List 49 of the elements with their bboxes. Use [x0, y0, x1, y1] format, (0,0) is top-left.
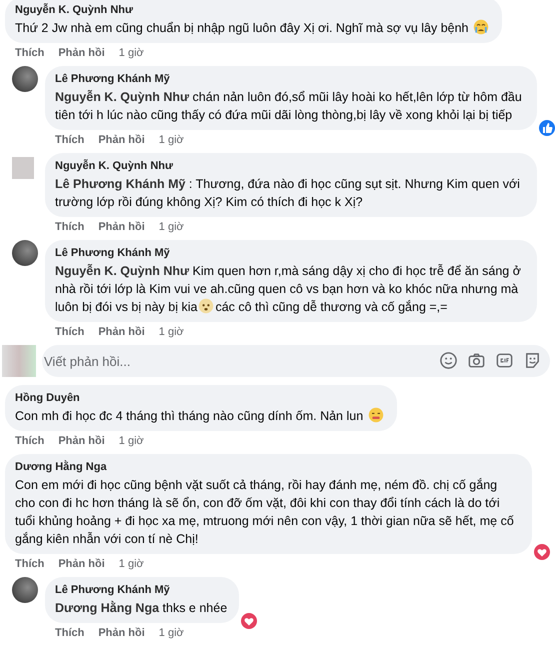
- like-link[interactable]: Thích: [55, 133, 84, 147]
- like-link[interactable]: Thích: [15, 434, 44, 448]
- timestamp: 1 giờ: [158, 133, 184, 147]
- heart-reaction-icon: [532, 542, 552, 562]
- author-name[interactable]: Lê Phương Khánh Mỹ: [55, 246, 525, 261]
- grimacing-face-icon: [368, 407, 384, 423]
- author-name[interactable]: Lê Phương Khánh Mỹ: [55, 72, 525, 87]
- like-link[interactable]: Thích: [55, 220, 84, 234]
- reply-link[interactable]: Phản hồi: [98, 133, 145, 147]
- comment-text: Con em mới đi học cũng bệnh vặt suốt cả tháng, rồi hay đánh mẹ, ném đồ. chị cố gắng cho con đi hc hơn tháng là sẽ ổn, con đỡ ốm vặt, đôi khi con thay đổi tính cách là do tới tuổi khủng hoảng + đi học xa mẹ, mtruong mới nên con vậy, 1 thời gian nữa sẽ hết, mẹ cố gắng kiên nhẫn với con tí nè Chị!: [15, 477, 515, 548]
- author-name[interactable]: Dương Hằng Nga: [15, 460, 520, 475]
- reply-link[interactable]: Phản hồi: [98, 626, 145, 640]
- author-name[interactable]: Nguyễn K. Quỳnh Như: [55, 159, 525, 174]
- like-link[interactable]: Thích: [15, 557, 44, 571]
- author-name[interactable]: Hồng Duyên: [15, 391, 385, 406]
- author-name[interactable]: Lê Phương Khánh Mỹ: [55, 583, 228, 598]
- reply-field[interactable]: Viết phản hồi...: [42, 345, 550, 377]
- emoji-icon: [439, 351, 458, 370]
- comment-text: Dương Hằng Nga thks e nhée: [55, 600, 228, 617]
- comment-text: Nguyễn K. Quỳnh Như Kim quen hơn r,mà sáng dậy xị cho đi học trễ để ăn sáng ở nhà rồi tới lớp là Kim vui ve ah.cũng quen cô vs bạn hơn và ko khóc nữa nhưng mà luôn bị đói vs bị này bị kia các cô thì cũng dễ thương và cố gắng =,=: [55, 263, 522, 316]
- reply-link[interactable]: Phản hồi: [98, 220, 145, 234]
- avatar[interactable]: [12, 66, 38, 92]
- heart-reaction-icon: [239, 611, 260, 631]
- timestamp: 1 giờ: [118, 46, 144, 60]
- comment-text: Con mh đi học đc 4 tháng thì tháng nào cũng dính ốm. Nản lun: [15, 407, 385, 425]
- timestamp: 1 giờ: [158, 626, 184, 640]
- gif-icon: [495, 351, 514, 370]
- timestamp: 1 giờ: [158, 220, 184, 234]
- avatar[interactable]: [12, 577, 38, 603]
- reply-link[interactable]: Phản hồi: [58, 557, 105, 571]
- camera-icon: [467, 351, 486, 370]
- reply-link[interactable]: Phản hồi: [58, 46, 105, 60]
- author-name[interactable]: Nguyễn K. Quỳnh Như: [15, 3, 490, 18]
- comment-text: Lê Phương Khánh Mỹ : Thương, đứa nào đi học cũng sụt sịt. Nhưng Kim quen với trường lớp rồi đúng không Xị? Kim có thích đi học k Xị?: [55, 176, 521, 211]
- like-link[interactable]: Thích: [15, 46, 44, 60]
- like-reaction-icon: [537, 118, 555, 138]
- avatar[interactable]: [12, 240, 38, 266]
- like-link[interactable]: Thích: [55, 325, 84, 339]
- sticker-icon: [523, 351, 542, 370]
- timestamp: 1 giờ: [118, 557, 144, 571]
- reply-link[interactable]: Phản hồi: [58, 434, 105, 448]
- reply-link[interactable]: Phản hồi: [98, 325, 145, 339]
- comment-text: Nguyễn K. Quỳnh Như chán nản luôn đó,sổ mũi lây hoài ko hết,lên lớp từ hôm đầu tiên tới h lúc nào cũng thấy có đứa mũi dãi lòng thòng,bị lây về xong khỏi lại bị tiếp: [55, 89, 523, 124]
- worried-face-icon: [198, 298, 214, 314]
- crying-face-icon: [472, 19, 489, 35]
- like-link[interactable]: Thích: [55, 626, 84, 640]
- timestamp: 1 giờ: [118, 434, 144, 448]
- timestamp: 1 giờ: [158, 325, 184, 339]
- comment-text: Thứ 2 Jw nhà em cũng chuẩn bị nhập ngũ luôn đây Xị ơi. Nghĩ mà sợ vụ lây bệnh: [15, 19, 490, 37]
